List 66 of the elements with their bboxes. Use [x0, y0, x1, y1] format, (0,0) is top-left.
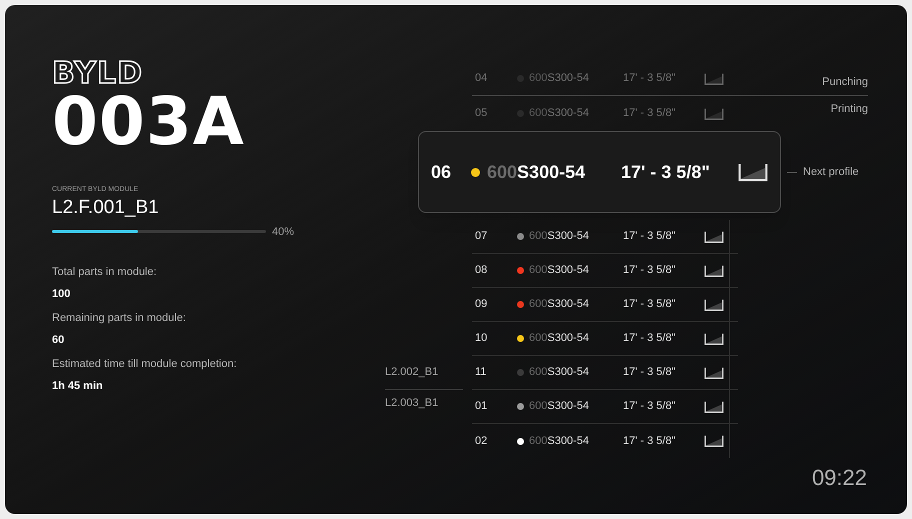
profile-code: S300-54 — [547, 297, 589, 312]
stage-label: Printing — [830, 102, 868, 118]
profile-length: 17' - 3 5/8" — [623, 331, 676, 346]
profile-number: 09 — [474, 297, 488, 312]
code-prefix: 600 — [529, 229, 548, 244]
channel-profile-icon — [703, 298, 725, 312]
profile-number: 08 — [474, 263, 488, 278]
station-code: 003A — [52, 89, 245, 155]
profile-length: 17' - 3 5/8" — [623, 297, 676, 312]
module-name: L2.F.001_B1 — [52, 196, 159, 220]
profile-length: 17' - 3 5/8" — [623, 434, 676, 449]
profile-number: 01 — [474, 399, 488, 414]
code-prefix: 600 — [487, 160, 518, 184]
channel-profile-icon — [703, 332, 725, 346]
channel-profile-icon — [703, 72, 725, 86]
profile-number: 07 — [474, 229, 488, 244]
stat-label: Remaining parts in module: — [52, 311, 186, 326]
profile-number: 10 — [474, 331, 488, 346]
profile-length: 17' - 3 5/8" — [623, 263, 676, 278]
profile-length: 17' - 3 5/8" — [623, 71, 676, 86]
profile-number: 11 — [474, 365, 488, 380]
code-prefix: 600 — [529, 71, 548, 86]
code-prefix: 600 — [529, 106, 548, 122]
clock-time: 09:22 — [812, 464, 867, 492]
profile-length: 17' - 3 5/8" — [621, 160, 711, 184]
channel-profile-icon — [703, 264, 725, 278]
profile-code: S300-54 — [547, 229, 589, 244]
profile-length: 17' - 3 5/8" — [623, 229, 676, 244]
code-prefix: 600 — [529, 434, 548, 449]
profile-number: 05 — [474, 106, 488, 122]
stage-label: Next profile — [803, 164, 859, 180]
stat-value: 1h 45 min — [52, 378, 103, 394]
code-prefix: 600 — [529, 365, 548, 380]
channel-profile-icon — [703, 230, 725, 244]
module-label: L2.003_B1 — [385, 396, 440, 411]
stage-label: Punching — [822, 74, 868, 90]
profile-code: S300-54 — [547, 263, 589, 278]
channel-profile-icon — [703, 400, 725, 414]
profile-length: 17' - 3 5/8" — [623, 365, 676, 380]
module-label: L2.002_B1 — [385, 356, 463, 390]
stat-label: Total parts in module: — [52, 265, 157, 280]
channel-profile-icon — [703, 434, 725, 448]
stat-value: 100 — [52, 286, 70, 302]
profile-code: S300-54 — [547, 365, 589, 380]
profile-code: S300-54 — [547, 399, 589, 414]
stat-label: Estimated time till module completion: — [52, 357, 237, 372]
profile-number: 02 — [474, 434, 488, 449]
profile-code: S300-54 — [547, 331, 589, 346]
channel-profile-icon — [703, 366, 725, 380]
code-prefix: 600 — [529, 297, 548, 312]
profile-length: 17' - 3 5/8" — [623, 399, 676, 414]
profile-code: S300-54 — [547, 71, 589, 86]
channel-profile-icon — [737, 161, 769, 183]
profile-number: 04 — [474, 71, 488, 86]
brand-logo: BYLD — [52, 57, 143, 91]
profile-length: 17' - 3 5/8" — [623, 106, 676, 122]
profile-number: 06 — [431, 160, 452, 184]
profile-code: S300-54 — [517, 160, 586, 184]
stat-value: 60 — [52, 332, 64, 348]
profile-code: S300-54 — [547, 434, 589, 449]
profile-code: S300-54 — [547, 106, 589, 122]
code-prefix: 600 — [529, 399, 548, 414]
code-prefix: 600 — [529, 263, 548, 278]
code-prefix: 600 — [529, 331, 548, 346]
progress-percent: 40% — [272, 224, 294, 240]
channel-profile-icon — [703, 106, 725, 120]
